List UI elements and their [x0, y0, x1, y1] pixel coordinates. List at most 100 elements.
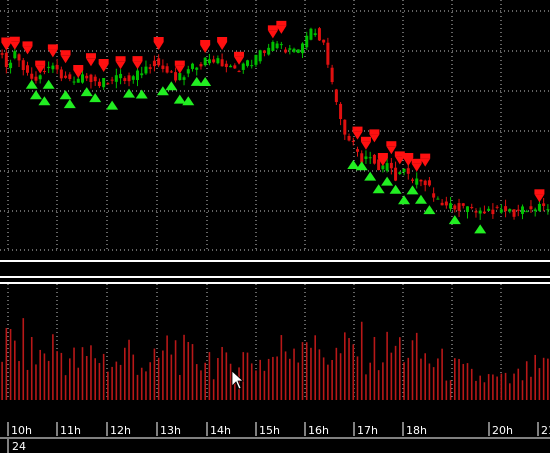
- candle-body: [207, 59, 211, 64]
- candle-body: [356, 149, 359, 152]
- candle-body: [9, 62, 13, 69]
- candle-body: [444, 201, 448, 206]
- candle-body: [427, 180, 431, 186]
- candle-body: [474, 211, 478, 213]
- candle-body: [419, 179, 423, 182]
- candle-body: [157, 58, 161, 66]
- candle-body: [51, 65, 55, 70]
- axis-tick-label: 12h: [110, 424, 131, 437]
- candle-body: [322, 39, 326, 43]
- candle-body: [368, 157, 372, 159]
- candle-body: [241, 63, 245, 70]
- candle-body: [119, 73, 123, 79]
- candle-body: [152, 60, 156, 67]
- candle-body: [258, 50, 262, 62]
- sell-arrow-stem: [267, 25, 278, 31]
- candle-body: [212, 59, 216, 63]
- axis-tick-label: 17h: [357, 424, 378, 437]
- candle-body: [542, 203, 546, 206]
- candle-body: [343, 119, 347, 135]
- candle-body: [487, 208, 491, 211]
- candle-body: [504, 206, 508, 212]
- sell-arrow-stem: [174, 60, 185, 66]
- candle-body: [68, 74, 72, 79]
- candle-body: [432, 193, 436, 198]
- candle-body: [246, 60, 249, 66]
- candle-body: [21, 60, 25, 71]
- sell-arrow-stem: [377, 153, 388, 158]
- candle-body: [267, 47, 271, 55]
- sell-arrow-stem: [420, 153, 431, 159]
- candle-body: [305, 35, 309, 48]
- candle-body: [499, 209, 503, 213]
- candle-body: [262, 50, 266, 53]
- candle-body: [237, 71, 241, 73]
- candle-body: [381, 165, 385, 170]
- axis-tick-label: 21: [541, 424, 550, 437]
- candle-body: [38, 75, 42, 80]
- candle-body: [97, 81, 101, 87]
- candle-body: [334, 89, 338, 103]
- candle-body: [449, 203, 453, 209]
- candle-body: [508, 209, 512, 212]
- sell-arrow-stem: [9, 36, 20, 42]
- sell-arrow-stem: [534, 189, 545, 195]
- candle-body: [81, 74, 84, 83]
- candle-body: [203, 57, 207, 66]
- sell-arrow-stem: [411, 158, 422, 164]
- candle-body: [326, 42, 330, 65]
- candle-body: [195, 67, 199, 70]
- candle-body: [491, 209, 495, 215]
- axis-tick-label: 15h: [259, 424, 280, 437]
- candle-body: [351, 140, 355, 143]
- candle-body: [284, 49, 288, 53]
- axis-tick-label: 10h: [11, 424, 32, 437]
- axis-tick-label: 16h: [308, 424, 329, 437]
- candle-body: [406, 168, 410, 174]
- candle-body: [165, 66, 169, 73]
- sell-arrow-stem: [234, 51, 245, 57]
- candle-body: [220, 59, 224, 67]
- candle-body: [55, 64, 59, 70]
- candle-body: [377, 159, 381, 171]
- candle-body: [42, 71, 46, 73]
- candle-body: [161, 65, 165, 69]
- candle-body: [59, 69, 63, 79]
- time-axis: 10h 11h 12h 13h 14h 15h 16h 17h 18h 20h 21 24: [0, 420, 550, 453]
- candle-body: [457, 203, 461, 211]
- candle-body: [144, 66, 148, 74]
- candle-body: [466, 206, 469, 212]
- sell-arrow-stem: [276, 20, 287, 26]
- candle-body: [292, 48, 296, 52]
- candle-body: [411, 179, 414, 181]
- sell-arrow-stem: [217, 37, 228, 42]
- pane-separator-line: [0, 260, 550, 262]
- candle-body: [516, 209, 520, 211]
- candle-body: [537, 203, 541, 211]
- candle-body: [389, 162, 393, 169]
- sell-arrow-stem: [369, 129, 380, 135]
- candle-body: [13, 51, 17, 59]
- candle-body: [470, 207, 474, 209]
- candle-body: [521, 206, 524, 214]
- sell-arrow-stem: [115, 56, 126, 62]
- sell-arrow-stem: [132, 56, 143, 62]
- candle-body: [461, 203, 465, 206]
- candle-body: [309, 28, 313, 40]
- candle-body: [415, 178, 419, 185]
- sell-arrow-stem: [22, 41, 33, 47]
- pane-separator-line: [0, 282, 550, 284]
- candle-body: [4, 52, 8, 67]
- pane-separator-line: [0, 276, 550, 278]
- candle-body: [402, 168, 406, 172]
- candle-body: [169, 71, 173, 73]
- candle-body: [364, 156, 368, 159]
- axis-tick-label: 14h: [210, 424, 231, 437]
- candle-body: [271, 41, 275, 51]
- axis-tick-label: 20h: [492, 424, 513, 437]
- sell-arrow-stem: [352, 126, 363, 132]
- candle-body: [254, 54, 258, 65]
- candle-body: [224, 63, 228, 67]
- candle-body: [330, 67, 334, 83]
- candle-body: [64, 75, 68, 78]
